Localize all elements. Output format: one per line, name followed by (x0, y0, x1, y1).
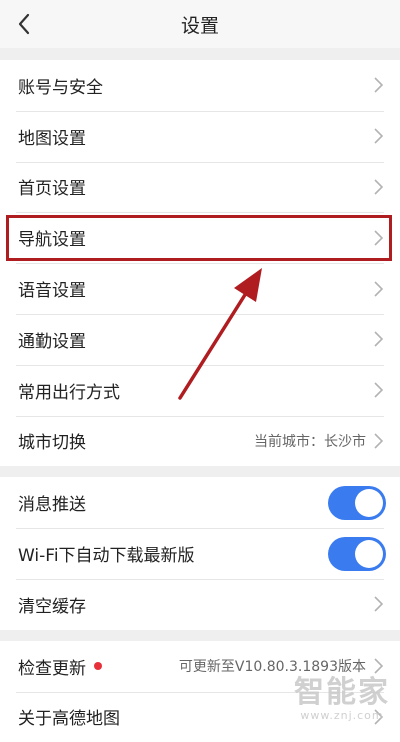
chevron-right-icon (372, 432, 384, 450)
settings-item-label: 导航设置 (18, 230, 86, 251)
settings-item-home-settings[interactable]: 首页设置 (0, 161, 400, 213)
chevron-left-icon (18, 13, 30, 35)
settings-item-navigation-settings[interactable]: 导航设置 (0, 212, 400, 263)
settings-item-label: 检查更新 (18, 658, 86, 679)
current-city-value: 当前城市：长沙市 (254, 433, 366, 450)
chevron-right-icon (372, 657, 384, 675)
chevron-right-icon (372, 76, 384, 94)
settings-group-main: 账号与安全 地图设置 首页设置 导航设置 语音设置 通勤设置 常用出行方式 城市… (0, 60, 400, 467)
chevron-right-icon (372, 330, 384, 348)
top-bar: 设置 (0, 0, 400, 48)
settings-item-label: 清空缓存 (18, 596, 86, 617)
chevron-right-icon (372, 381, 384, 399)
settings-item-push-notifications: 消息推送 (0, 477, 400, 528)
settings-item-label: 消息推送 (18, 495, 86, 516)
settings-item-label: Wi-Fi下自动下载最新版 (18, 546, 195, 567)
wifi-auto-download-toggle[interactable] (328, 536, 386, 571)
chevron-right-icon (372, 229, 384, 247)
chevron-right-icon (372, 178, 384, 196)
update-version-value: 可更新至V10.80.3.1893版本 (178, 659, 366, 676)
settings-item-label: 地图设置 (18, 128, 86, 149)
settings-item-wifi-auto-download: Wi-Fi下自动下载最新版 (0, 528, 400, 579)
settings-item-city-switch[interactable]: 城市切换 当前城市：长沙市 (0, 415, 400, 467)
settings-item-label: 通勤设置 (18, 331, 86, 352)
toggle-knob (355, 539, 383, 568)
chevron-right-icon (372, 127, 384, 145)
settings-item-label: 城市切换 (18, 433, 86, 454)
back-button[interactable] (10, 10, 38, 38)
toggle-knob (355, 488, 383, 517)
chevron-right-icon (372, 708, 384, 726)
settings-item-label: 语音设置 (18, 281, 86, 302)
push-notifications-toggle[interactable] (328, 485, 386, 520)
page-title: 设置 (180, 14, 219, 37)
chevron-right-icon (372, 280, 384, 298)
settings-item-about[interactable]: 关于高德地图 (0, 691, 400, 742)
chevron-right-icon (372, 595, 384, 613)
settings-item-check-update[interactable]: 检查更新 可更新至V10.80.3.1893版本 (0, 641, 400, 692)
update-badge-dot (94, 662, 102, 671)
settings-item-account-security[interactable]: 账号与安全 (0, 60, 400, 111)
settings-item-voice-settings[interactable]: 语音设置 (0, 263, 400, 314)
settings-item-label: 关于高德地图 (18, 709, 120, 730)
settings-item-commute-settings[interactable]: 通勤设置 (0, 313, 400, 365)
settings-item-travel-mode[interactable]: 常用出行方式 (0, 364, 400, 416)
settings-item-map-settings[interactable]: 地图设置 (0, 110, 400, 162)
settings-group-about: 检查更新 可更新至V10.80.3.1893版本 关于高德地图 (0, 640, 400, 742)
settings-group-general: 消息推送 Wi-Fi下自动下载最新版 清空缓存 (0, 477, 400, 630)
settings-item-label: 账号与安全 (18, 77, 103, 98)
settings-item-clear-cache[interactable]: 清空缓存 (0, 578, 400, 630)
settings-item-label: 首页设置 (18, 179, 86, 200)
settings-item-label: 常用出行方式 (18, 382, 120, 403)
